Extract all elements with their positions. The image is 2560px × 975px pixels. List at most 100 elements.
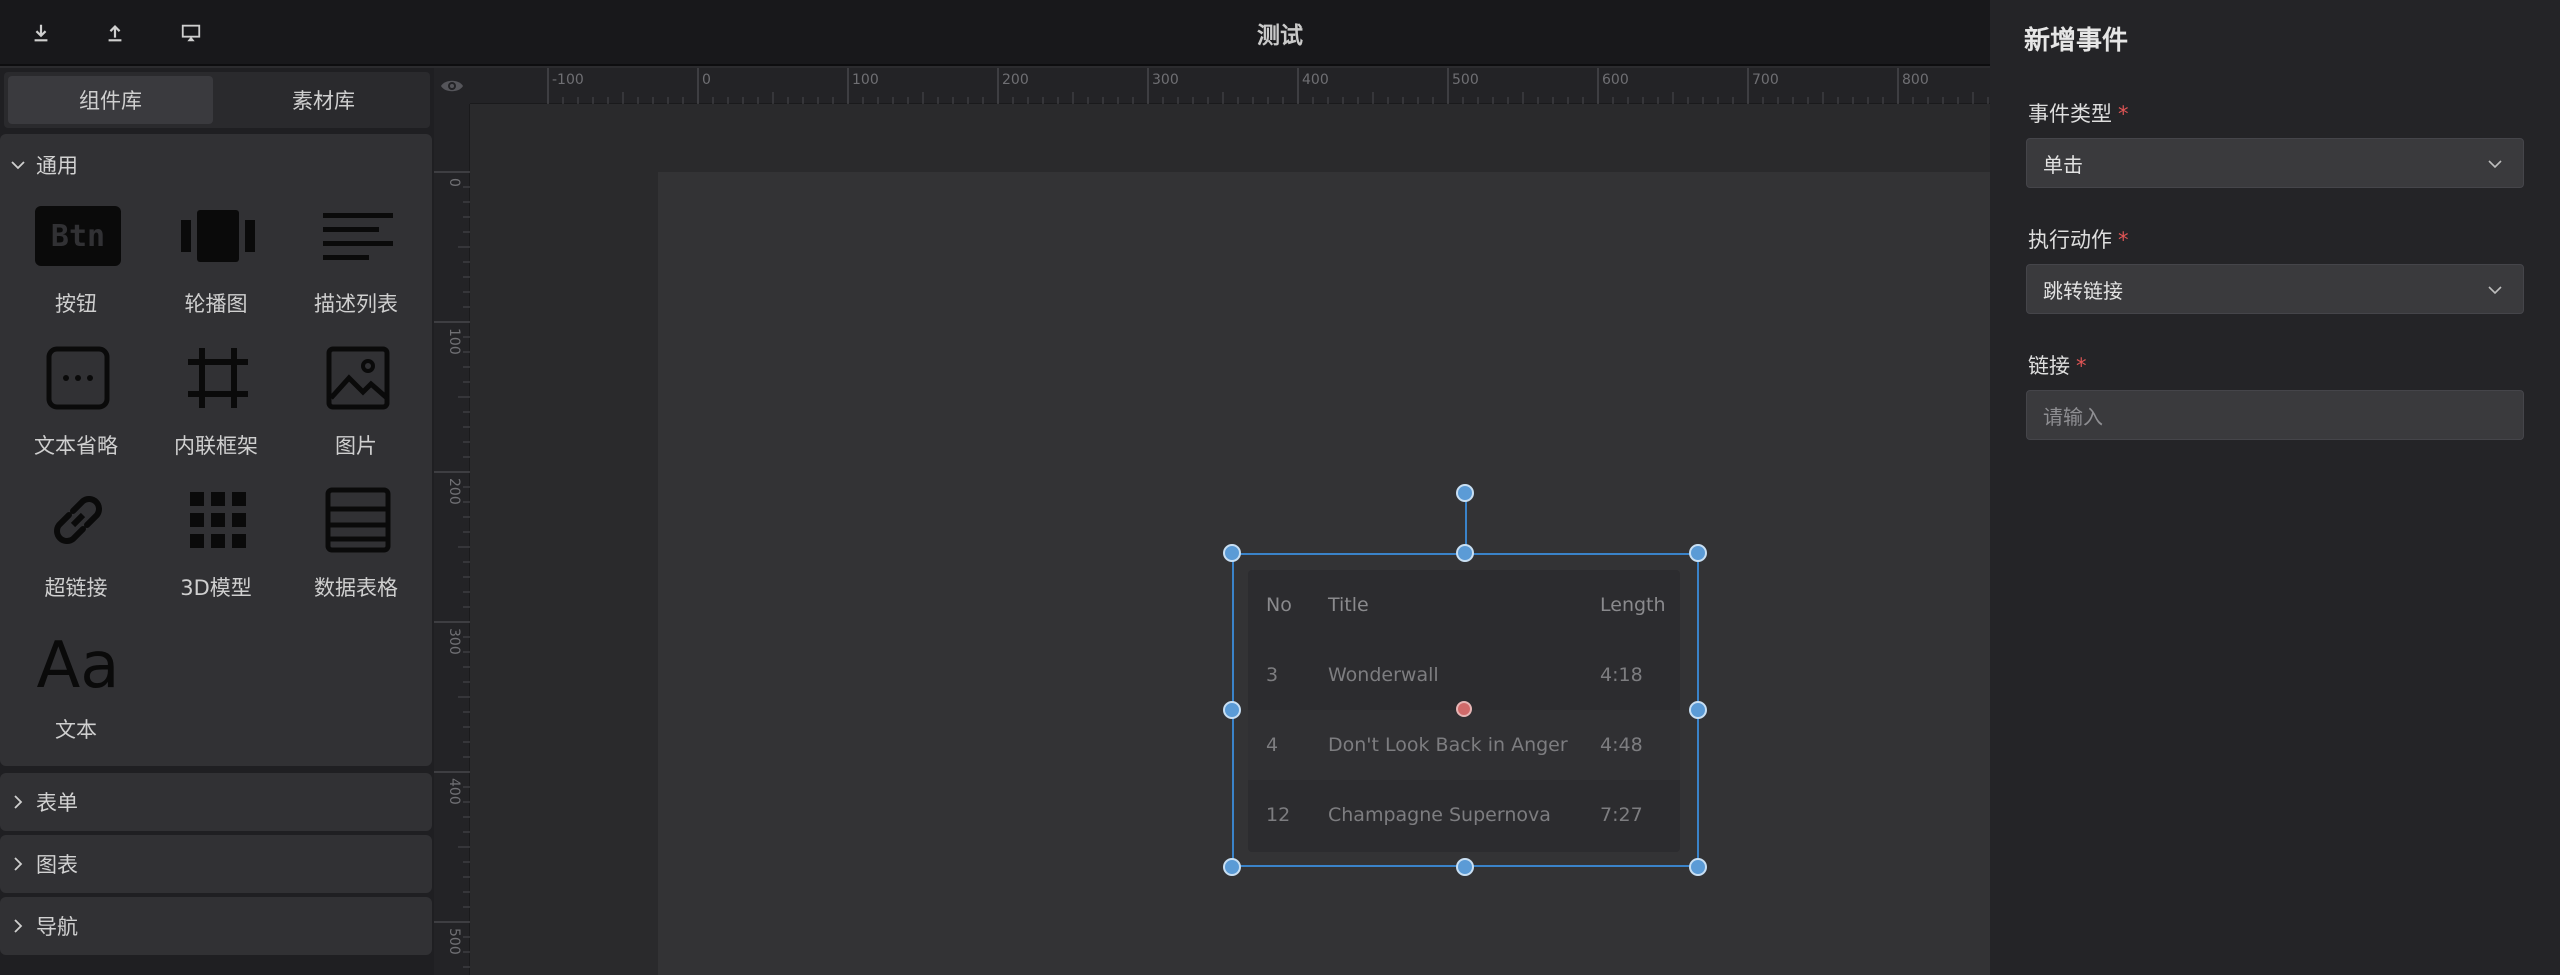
download-button[interactable] [26,18,56,48]
rotate-handle[interactable] [1456,484,1474,502]
table-cell: Don't Look Back in Anger [1328,734,1568,756]
library-tabs: 组件库 素材库 [4,72,430,128]
action-value: 跳转链接 [2043,278,2123,303]
ruler-label: 800 [1902,72,1929,88]
component-text-ellipsis[interactable]: 文本省略 [0,342,140,478]
resize-handle-top[interactable] [1456,544,1474,562]
preview-screen-icon [181,24,201,42]
ruler-label: 100 [446,328,462,355]
description-list-icon [314,200,402,272]
svg-text:Btn: Btn [51,219,105,254]
resize-handle-top-left[interactable] [1223,544,1241,562]
component-carousel[interactable]: 轮播图 [140,200,280,336]
rotation-line [1465,500,1467,546]
component-label: 超链接 [44,576,108,600]
required-mark: * [2076,354,2087,378]
table-header-cell: Length [1600,594,1666,616]
chevron-down-icon [2488,160,2502,169]
tab-component-library[interactable]: 组件库 [8,76,213,124]
text-ellipsis-icon [34,342,122,414]
resize-handle-bottom-left[interactable] [1223,858,1241,876]
preview-button[interactable] [176,18,206,48]
ruler-label: -100 [552,72,584,88]
event-type-label: 事件类型 * [2028,102,2129,126]
category-general: 通用 Btn 按钮 轮播图 描述列表 文本省略 内联框架 图片 超链接 3D模型… [0,134,432,766]
ruler-label: 200 [446,478,462,505]
ruler-label: 0 [702,72,711,88]
category-navigation[interactable]: 导航 [0,897,432,955]
upload-button[interactable] [100,18,130,48]
rotation-center-marker[interactable] [1456,701,1472,717]
link-input-placeholder: 请输入 [2043,404,2103,429]
resize-handle-bottom-right[interactable] [1689,858,1707,876]
carousel-icon [174,200,262,272]
category-label: 通用 [36,154,78,178]
ruler-label: 100 [852,72,879,88]
ruler-label: 400 [1302,72,1329,88]
table-header-cell: Title [1328,594,1369,616]
chevron-down-icon [11,161,25,170]
chevron-right-icon [14,919,23,933]
link-icon [34,484,122,556]
svg-text:Aa: Aa [37,629,120,697]
ruler-label: 700 [1752,72,1779,88]
ruler-visibility-toggle[interactable] [434,68,470,104]
component-iframe[interactable]: 内联框架 [140,342,280,478]
chevron-right-icon [14,857,23,871]
component-description-list[interactable]: 描述列表 [280,200,420,336]
action-select[interactable]: 跳转链接 [2026,264,2524,314]
ruler-label: 400 [446,778,462,805]
ruler-label: 500 [1452,72,1479,88]
required-mark: * [2118,102,2129,126]
table-cell: Wonderwall [1328,664,1439,686]
component-label: 3D模型 [180,576,252,600]
horizontal-ruler: -100 0 100 200 300 400 500 600 700 800 [470,68,1990,104]
table-row: 3 Wonderwall 4:18 [1248,640,1680,710]
category-chart[interactable]: 图表 [0,835,432,893]
link-input[interactable]: 请输入 [2026,390,2524,440]
category-label: 表单 [36,791,78,815]
component-button[interactable]: Btn 按钮 [0,200,140,336]
component-label: 按钮 [55,292,97,316]
download-icon [34,24,48,42]
ruler-label: 600 [1602,72,1629,88]
data-table-icon [314,484,402,556]
tab-asset-library[interactable]: 素材库 [221,76,426,124]
chevron-down-icon [2488,286,2502,295]
component-label: 文本 [55,718,97,742]
page-title: 测试 [1257,23,1303,49]
ruler-label: 200 [1002,72,1029,88]
component-label: 轮播图 [184,292,248,316]
event-panel: 新增事件 事件类型 * 单击 执行动作 * 跳转链接 链接 * 请输入 [1990,0,2560,975]
resize-handle-bottom[interactable] [1456,858,1474,876]
table-row: 4 Don't Look Back in Anger 4:48 [1248,710,1680,780]
component-label: 数据表格 [314,576,398,600]
table-cell: 7:27 [1600,804,1643,826]
btn-icon: Btn [34,200,122,272]
resize-handle-right[interactable] [1689,701,1707,719]
ruler-label: 0 [446,178,462,187]
event-type-value: 单击 [2043,152,2083,177]
component-data-table[interactable]: 数据表格 [280,484,420,620]
ruler-label: 300 [1152,72,1179,88]
component-image[interactable]: 图片 [280,342,420,478]
category-general-header[interactable]: 通用 [0,134,432,196]
resize-handle-top-right[interactable] [1689,544,1707,562]
upload-icon [108,25,122,42]
table-cell: Champagne Supernova [1328,804,1551,826]
component-hyperlink[interactable]: 超链接 [0,484,140,620]
grid-3d-icon [174,484,262,556]
table-header-row: No Title Length [1248,570,1680,640]
text-aa-icon: Aa [34,626,122,698]
category-label: 图表 [36,853,78,877]
editor-canvas[interactable]: -100 0 100 200 300 400 500 600 700 800 0 100 200 300… [434,68,1990,975]
category-form[interactable]: 表单 [0,773,432,831]
component-3d-model[interactable]: 3D模型 [140,484,280,620]
resize-handle-left[interactable] [1223,701,1241,719]
ruler-label: 500 [446,928,462,955]
component-text[interactable]: Aa 文本 [0,626,140,762]
panel-title: 新增事件 [2024,26,2129,56]
chevron-right-icon [14,795,23,809]
event-type-select[interactable]: 单击 [2026,138,2524,188]
component-label: 图片 [335,434,377,458]
